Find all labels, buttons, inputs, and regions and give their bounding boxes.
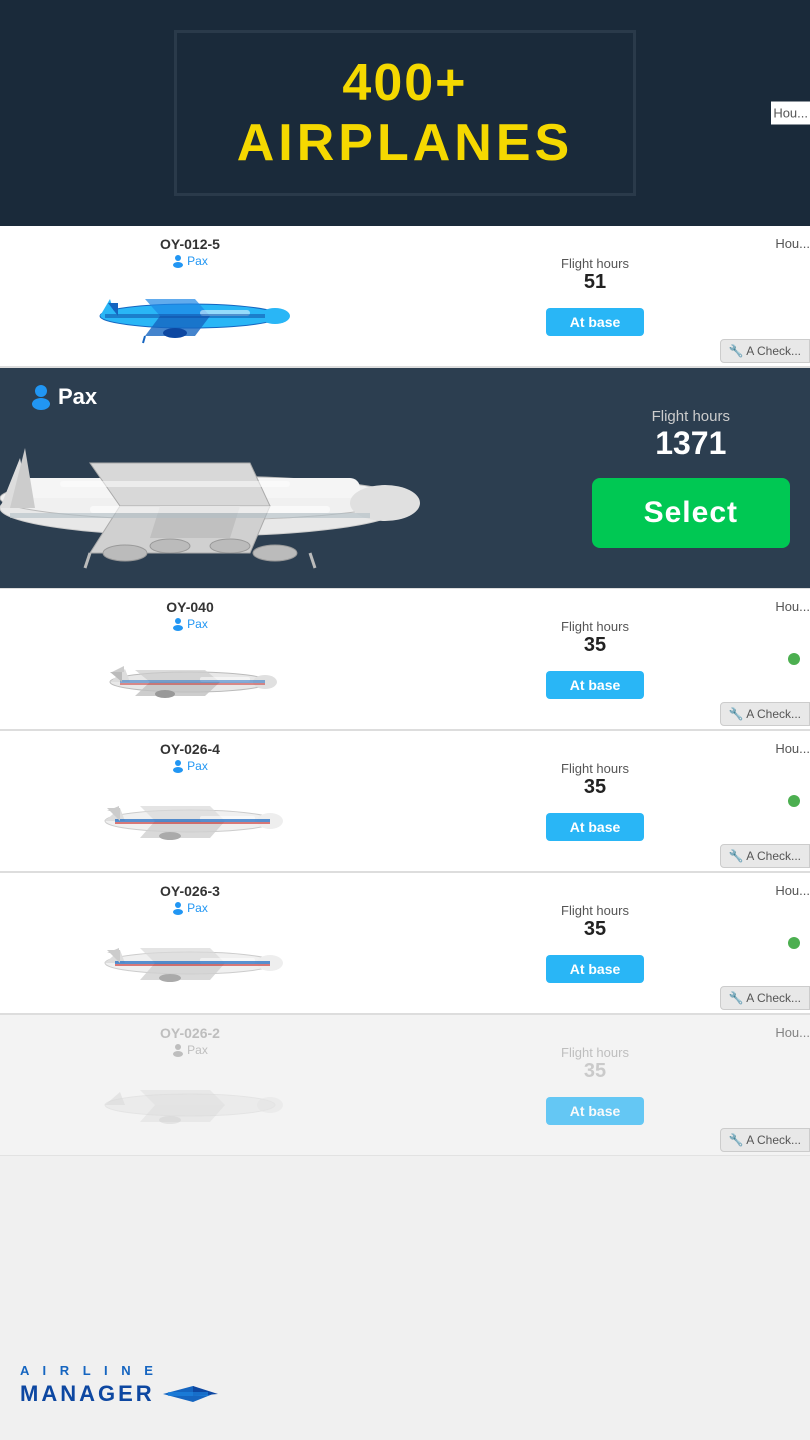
- selected-right-section: Flight hours 1371 Select: [592, 408, 790, 548]
- plane-id: OY-012-5: [160, 236, 220, 252]
- plane-image: [70, 923, 310, 1003]
- selected-person-icon: [30, 384, 52, 410]
- green-status-dot: [788, 795, 800, 807]
- plane-left-section: OY-026-4 Pax: [0, 741, 380, 861]
- airplane-card-row[interactable]: OY-026-2 Pax Fl: [0, 1015, 810, 1156]
- flight-hours-label: Flight hours: [561, 256, 629, 271]
- wrench-button[interactable]: 🔧 A Check...: [720, 702, 810, 726]
- plane-type: Pax: [172, 1043, 208, 1057]
- hours-partial-right: Hou...: [775, 1025, 810, 1040]
- plane-left-section: OY-026-2 Pax: [0, 1025, 380, 1145]
- plane-id: OY-040: [166, 599, 213, 615]
- large-plane-svg: [0, 398, 460, 588]
- plane-right-section: Flight hours 35 At base: [380, 761, 810, 841]
- plane-svg-oy0263: [80, 928, 300, 998]
- flight-hours-section: Flight hours 35: [561, 903, 629, 949]
- airplane-card-oy0263: OY-026-3 Pax: [0, 873, 810, 1014]
- at-base-button[interactable]: At base: [546, 308, 645, 336]
- flight-hours-label: Flight hours: [561, 1045, 629, 1060]
- flight-hours-section: Flight hours 35: [561, 761, 629, 807]
- selected-pax-text: Pax: [58, 384, 97, 410]
- plane-image: [70, 781, 310, 861]
- wrench-button[interactable]: 🔧 A Check...: [720, 844, 810, 868]
- plane-svg-oy040: [80, 644, 300, 714]
- plane-id: OY-026-2: [160, 1025, 220, 1041]
- hours-partial-right: Hou...: [775, 883, 810, 898]
- flight-hours-section: Flight hours 51: [561, 256, 629, 302]
- airplane-card-oy0264: OY-026-4 Pax: [0, 731, 810, 872]
- green-status-dot: [788, 937, 800, 949]
- hours-partial-right: Hou...: [775, 741, 810, 756]
- plane-type: Pax: [172, 901, 208, 915]
- airplane-card-row[interactable]: OY-012-5 Pax: [0, 226, 810, 367]
- hours-partial-right: Hou...: [775, 599, 810, 614]
- plane-type: Pax: [172, 759, 208, 773]
- banner-line1: 400+: [237, 53, 573, 113]
- airplane-card-row[interactable]: OY-026-3 Pax: [0, 873, 810, 1014]
- large-plane-image: [0, 398, 460, 588]
- plane-image: [70, 276, 310, 356]
- plane-type: Pax: [172, 254, 208, 268]
- plane-left-section: OY-040 Pax: [0, 599, 380, 719]
- person-icon: [172, 254, 184, 268]
- flight-hours-value: 51: [584, 271, 606, 294]
- airplane-card-oy040: OY-040 Pax: [0, 589, 810, 730]
- logo-airline-text: A I R L I N E: [20, 1363, 158, 1378]
- plane-left-section: OY-026-3 Pax: [0, 883, 380, 1003]
- flight-hours-value: 35: [584, 634, 606, 657]
- flight-hours-value: 35: [584, 776, 606, 799]
- flight-hours-section: Flight hours 35: [561, 1045, 629, 1091]
- at-base-button[interactable]: At base: [546, 1097, 645, 1125]
- selected-flight-hours-value: 1371: [655, 425, 726, 462]
- person-icon: [172, 759, 184, 773]
- person-icon: [172, 901, 184, 915]
- select-button[interactable]: Select: [592, 478, 790, 548]
- logo-plane-icon: [163, 1378, 218, 1410]
- flight-hours-section: Flight hours 35: [561, 619, 629, 665]
- plane-id: OY-026-4: [160, 741, 220, 757]
- at-base-button[interactable]: At base: [546, 671, 645, 699]
- flight-hours-value: 35: [584, 1060, 606, 1083]
- plane-image: [70, 1065, 310, 1145]
- banner-box: 400+ AIRPLANES: [174, 30, 636, 196]
- plane-svg-oy0262: [80, 1070, 300, 1140]
- airplane-card-row[interactable]: OY-026-4 Pax: [0, 731, 810, 872]
- plane-right-section: Flight hours 35 At base: [380, 1045, 810, 1125]
- airplane-card-oy0262: OY-026-2 Pax Fl: [0, 1015, 810, 1156]
- banner-partial-right: Hou...: [771, 102, 810, 125]
- person-icon: [172, 1043, 184, 1057]
- plane-id: OY-026-3: [160, 883, 220, 899]
- at-base-button[interactable]: At base: [546, 813, 645, 841]
- banner: 400+ AIRPLANES Hou...: [0, 0, 810, 226]
- flight-hours-value: 35: [584, 918, 606, 941]
- plane-right-section: Flight hours 35 At base: [380, 619, 810, 699]
- flight-hours-label: Flight hours: [561, 619, 629, 634]
- plane-right-section: Flight hours 51 At base: [380, 256, 810, 336]
- banner-line2: AIRPLANES: [237, 113, 573, 173]
- wrench-button[interactable]: 🔧 A Check...: [720, 986, 810, 1010]
- wrench-button[interactable]: 🔧 A Check...: [720, 1128, 810, 1152]
- plane-svg-oy012: [80, 281, 300, 351]
- selected-flight-hours-label: Flight hours: [652, 408, 730, 425]
- plane-right-section: Flight hours 35 At base: [380, 903, 810, 983]
- person-icon: [172, 617, 184, 631]
- selected-airplane-card[interactable]: Pax: [0, 368, 810, 588]
- at-base-button[interactable]: At base: [546, 955, 645, 983]
- airline-manager-logo: A I R L I N E MANAGER: [20, 1363, 218, 1410]
- green-status-dot: [788, 653, 800, 665]
- flight-hours-label: Flight hours: [561, 761, 629, 776]
- logo-manager-text: MANAGER: [20, 1378, 218, 1410]
- wrench-button[interactable]: 🔧 A Check...: [720, 339, 810, 363]
- selected-top-label: Pax: [30, 384, 97, 410]
- airplane-card-row[interactable]: OY-040 Pax: [0, 589, 810, 730]
- plane-image: [70, 639, 310, 719]
- flight-hours-label: Flight hours: [561, 903, 629, 918]
- plane-svg-oy0264: [80, 786, 300, 856]
- hours-partial-right: Hou...: [775, 236, 810, 251]
- airplane-card-oy012: OY-012-5 Pax: [0, 226, 810, 367]
- plane-left-section: OY-012-5 Pax: [0, 236, 380, 356]
- plane-type: Pax: [172, 617, 208, 631]
